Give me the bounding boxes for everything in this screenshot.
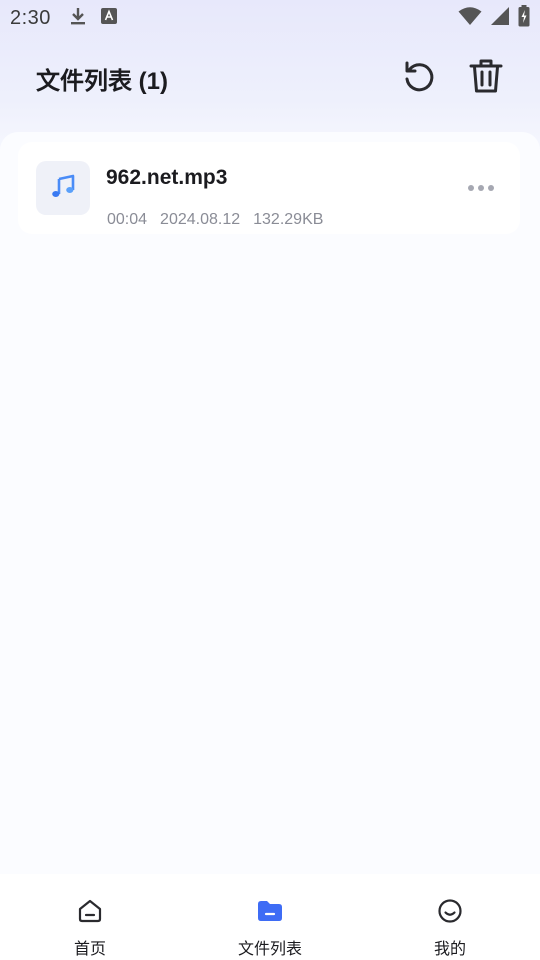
nav-item-file-list[interactable]: 文件列表 [180,874,360,960]
more-dot [478,185,484,191]
nav-item-mine[interactable]: 我的 [360,874,540,960]
trash-icon [469,58,503,99]
status-time: 2:30 [10,6,51,29]
file-list: 962.net.mp3 00:04 2024.08.12 132.29KB [0,132,540,874]
more-dot [488,185,494,191]
battery-charging-icon [518,4,530,32]
refresh-icon [402,59,436,98]
file-duration: 00:04 [107,211,148,228]
file-meta: 00:04 2024.08.12 132.29KB [107,211,323,229]
bottom-nav: 首页 文件列表 我的 [0,874,540,960]
refresh-button[interactable] [397,56,441,100]
file-name: 962.net.mp3 [106,166,228,189]
nav-label-mine: 我的 [433,941,466,958]
download-icon [69,6,87,31]
file-thumbnail [36,161,90,215]
page-title: 文件列表 (1) [36,67,168,95]
home-icon [77,898,103,929]
wifi-icon [458,6,482,31]
delete-all-button[interactable] [464,56,508,100]
keyboard-a-icon [100,7,117,29]
file-size: 132.29KB [253,211,324,228]
smile-face-icon [437,898,463,929]
file-date: 2024.08.12 [160,211,241,228]
nav-label-home: 首页 [73,941,106,958]
file-item[interactable]: 962.net.mp3 00:04 2024.08.12 132.29KB [18,142,520,234]
header: 文件列表 (1) [0,50,540,106]
more-options-button[interactable] [464,178,498,198]
status-bar: 2:30 [0,0,540,36]
more-dot [468,185,474,191]
nav-item-home[interactable]: 首页 [0,874,180,960]
nav-label-file-list: 文件列表 [237,941,302,958]
cell-signal-icon [490,6,510,31]
music-note-icon [50,173,76,204]
folder-icon [256,898,284,929]
